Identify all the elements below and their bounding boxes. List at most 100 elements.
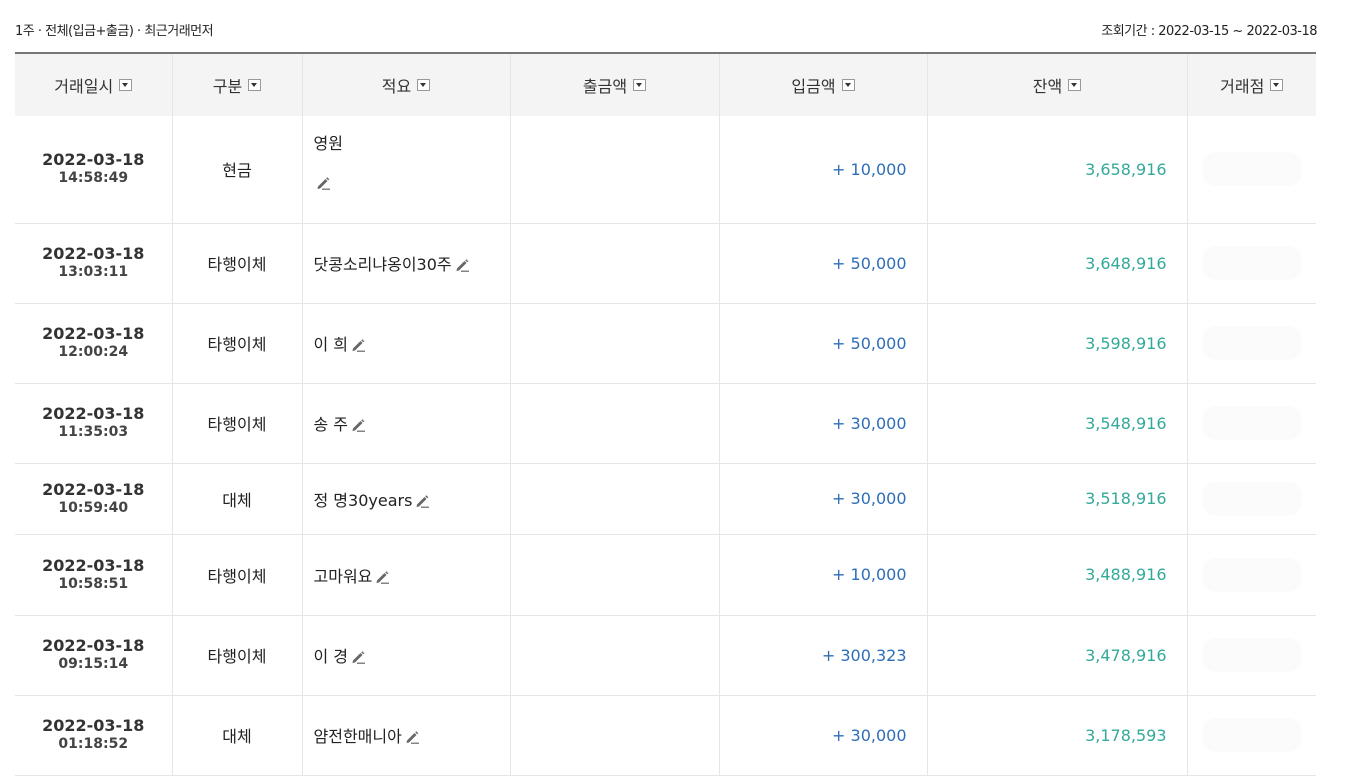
transaction-date: 2022-03-18 (42, 479, 145, 499)
cell-balance: 3,598,916 (927, 303, 1188, 383)
col-header-label: 출금액 (582, 77, 628, 96)
transaction-date: 2022-03-18 (42, 636, 145, 655)
cell-type: 현금 (172, 116, 303, 223)
cell-balance: 3,648,916 (927, 223, 1188, 303)
cell-branch (1187, 463, 1316, 534)
redacted-branch (1201, 557, 1302, 592)
cell-deposit: + 10,000 (719, 534, 928, 615)
pencil-icon[interactable] (405, 730, 420, 744)
cell-withdraw (510, 383, 720, 463)
col-header-branch[interactable]: 거래점 (1187, 53, 1316, 116)
cell-balance: 3,478,916 (927, 615, 1188, 695)
cell-withdraw (510, 303, 720, 383)
cell-deposit: + 300,323 (719, 615, 928, 695)
cell-balance: 3,548,916 (927, 383, 1188, 463)
col-header-deposit[interactable]: 입금액 (719, 53, 928, 116)
cell-memo: 이 희 (302, 303, 511, 383)
redacted-branch (1201, 152, 1302, 187)
cell-deposit: + 50,000 (719, 303, 928, 383)
cell-datetime: 2022-03-18 01:18:52 (15, 695, 173, 775)
redacted-branch (1201, 638, 1302, 672)
dropdown-icon[interactable] (841, 79, 855, 91)
pencil-icon[interactable] (375, 570, 390, 584)
col-header-type[interactable]: 구분 (172, 53, 303, 116)
memo-text: 고마워요 (313, 566, 373, 586)
cell-withdraw (510, 223, 720, 303)
col-header-memo[interactable]: 적요 (302, 53, 511, 116)
col-header-label: 거래점 (1220, 77, 1265, 96)
cell-balance: 3,178,593 (927, 695, 1188, 775)
cell-type: 타행이체 (172, 383, 303, 463)
cell-branch (1187, 695, 1316, 775)
filter-summary: 1주 · 전체(입금+출금) · 최근거래먼저 (15, 24, 214, 39)
cell-memo: 닷콩소리냐옹이30주 (302, 223, 511, 303)
cell-balance: 3,488,916 (927, 534, 1188, 615)
redacted-branch (1201, 326, 1302, 360)
redacted-branch (1201, 406, 1302, 440)
cell-memo: 정 명30years (302, 463, 511, 534)
col-header-label: 구분 (212, 77, 243, 96)
table-row: 2022-03-18 09:15:14 타행이체 이 경 + 300,323 3… (15, 615, 1316, 695)
transaction-date: 2022-03-18 (42, 555, 145, 575)
cell-memo: 송 주 (302, 383, 511, 463)
cell-branch (1187, 383, 1316, 463)
cell-type: 타행이체 (172, 615, 303, 695)
transactions-table: 거래일시 구분 적요 출금액 입금액 잔액 거래점 2022-03-18 14:… (15, 52, 1316, 776)
table-header-row: 거래일시 구분 적요 출금액 입금액 잔액 거래점 (15, 53, 1316, 116)
col-header-balance[interactable]: 잔액 (927, 53, 1188, 116)
cell-type: 타행이체 (172, 223, 303, 303)
period-summary: 조회기간 : 2022-03-15 ~ 2022-03-18 (1101, 24, 1317, 39)
dropdown-icon[interactable] (119, 79, 133, 91)
cell-deposit: + 10,000 (719, 116, 928, 223)
transaction-date: 2022-03-18 (42, 244, 145, 263)
memo-text: 이 희 (313, 335, 349, 354)
transaction-time: 10:58:51 (58, 575, 129, 592)
pencil-icon[interactable] (351, 650, 366, 664)
redacted-branch (1201, 481, 1302, 516)
cell-branch (1187, 534, 1316, 615)
transaction-time: 14:58:49 (58, 170, 129, 187)
cell-datetime: 2022-03-18 12:00:24 (15, 303, 173, 383)
dropdown-icon[interactable] (633, 79, 647, 91)
cell-balance: 3,518,916 (927, 463, 1188, 534)
pencil-icon[interactable] (455, 258, 470, 272)
cell-deposit: + 30,000 (719, 463, 928, 534)
dropdown-icon[interactable] (1270, 79, 1284, 91)
dropdown-icon[interactable] (1068, 79, 1082, 91)
dropdown-icon[interactable] (248, 79, 262, 91)
pencil-icon[interactable] (351, 418, 366, 432)
cell-type: 타행이체 (172, 534, 303, 615)
list-summary-bar: 1주 · 전체(입금+출금) · 최근거래먼저 조회기간 : 2022-03-1… (15, 20, 1317, 42)
cell-balance: 3,658,916 (927, 116, 1188, 223)
cell-withdraw (510, 463, 720, 534)
pencil-icon[interactable] (415, 494, 430, 508)
transaction-time: 12:00:24 (58, 344, 129, 360)
col-header-datetime[interactable]: 거래일시 (15, 53, 173, 116)
cell-memo: 고마워요 (302, 534, 511, 615)
memo-text: 송 주 (313, 415, 349, 434)
cell-branch (1187, 116, 1316, 223)
col-header-withdraw[interactable]: 출금액 (510, 53, 720, 116)
cell-deposit: + 50,000 (719, 223, 928, 303)
pencil-icon[interactable] (316, 176, 331, 190)
transaction-time: 09:15:14 (58, 656, 129, 672)
memo-text: 정 명30years (313, 490, 413, 510)
transaction-date: 2022-03-18 (42, 324, 145, 343)
memo-text: 영원 (313, 134, 343, 153)
cell-branch (1187, 303, 1316, 383)
cell-datetime: 2022-03-18 10:58:51 (15, 534, 173, 615)
table-row: 2022-03-18 13:03:11 타행이체 닷콩소리냐옹이30주 + 50… (15, 223, 1316, 303)
col-header-label: 입금액 (791, 77, 836, 96)
pencil-icon[interactable] (351, 338, 366, 352)
memo-text: 닷콩소리냐옹이30주 (313, 255, 452, 274)
cell-withdraw (510, 534, 720, 615)
cell-datetime: 2022-03-18 10:59:40 (15, 463, 173, 534)
dropdown-icon[interactable] (417, 79, 431, 91)
cell-type: 대체 (172, 695, 303, 775)
table-row: 2022-03-18 14:58:49 현금 영원 + 10,000 3,658… (15, 116, 1316, 223)
cell-type: 대체 (172, 463, 303, 534)
transaction-date: 2022-03-18 (42, 716, 145, 735)
table-row: 2022-03-18 10:59:40 대체 정 명30years + 30,0… (15, 463, 1316, 534)
cell-memo: 영원 (302, 116, 511, 223)
col-header-label: 거래일시 (54, 77, 114, 96)
